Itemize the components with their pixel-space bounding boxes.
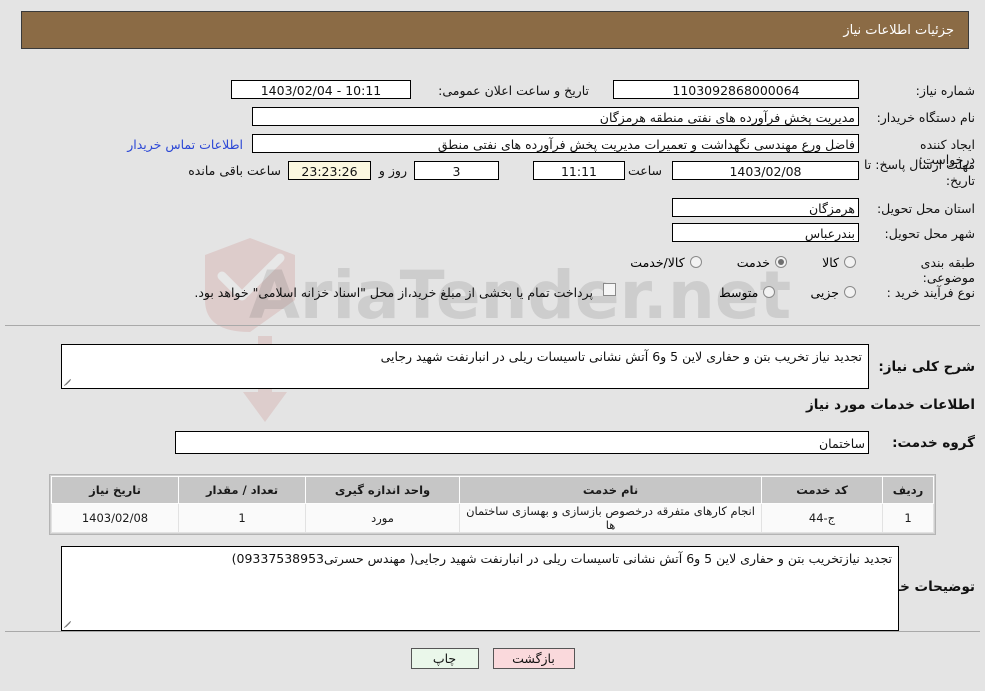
print-button[interactable]: چاپ bbox=[410, 648, 479, 669]
services-table-wrapper: ردیف کد خدمت نام خدمت واحد اندازه گیری ت… bbox=[49, 474, 936, 535]
category-option-goods-label: کالا bbox=[822, 254, 839, 270]
deadline-hour-label: ساعت bbox=[627, 163, 662, 178]
deadline-label: مهلت ارسال پاسخ: تا تاریخ: bbox=[864, 157, 975, 188]
cell-row-number: 1 bbox=[882, 503, 934, 533]
general-description-label: شرح کلی نیاز: bbox=[878, 359, 975, 375]
footer-button-bar: بازگشت چاپ bbox=[0, 648, 985, 669]
remaining-hours-label: ساعت باقی مانده bbox=[188, 163, 281, 178]
buyer-notes-textarea[interactable] bbox=[61, 546, 899, 631]
cell-service-code: ج-44 bbox=[761, 503, 883, 533]
radio-icon[interactable] bbox=[844, 286, 856, 298]
radio-icon[interactable] bbox=[763, 286, 776, 298]
province-label: استان محل تحویل: bbox=[876, 201, 975, 216]
need-number-label: شماره نیاز: bbox=[915, 83, 975, 98]
treasury-bonds-checkbox[interactable] bbox=[603, 283, 616, 296]
col-row-number: ردیف bbox=[882, 476, 934, 504]
category-option-service[interactable]: خدمت bbox=[736, 254, 788, 270]
city-label: شهر محل تحویل: bbox=[884, 226, 975, 241]
category-option-goods[interactable]: کالا bbox=[822, 255, 856, 270]
col-service-code: کد خدمت bbox=[761, 476, 883, 504]
cell-unit: مورد bbox=[305, 503, 460, 533]
general-description-textarea[interactable] bbox=[61, 344, 869, 389]
need-summary-panel: شماره نیاز: 1103092868000064 تاریخ و ساع… bbox=[5, 61, 980, 326]
province-value[interactable]: هرمزگان bbox=[672, 198, 859, 217]
category-option-service-label: خدمت bbox=[736, 254, 771, 270]
announce-datetime-label: تاریخ و ساعت اعلان عمومی: bbox=[438, 83, 589, 98]
remaining-days-label: روز و bbox=[378, 163, 407, 178]
cell-need-date: 1403/02/08 bbox=[51, 503, 179, 533]
deadline-hour[interactable]: 11:11 bbox=[533, 161, 625, 180]
category-label: طبقه بندی موضوعی: bbox=[920, 255, 975, 285]
process-option-minor-label: جزیی bbox=[810, 284, 839, 300]
col-quantity: تعداد / مقدار bbox=[178, 476, 306, 504]
process-type-radio-group: جزیی متوسط bbox=[719, 283, 856, 302]
process-option-medium[interactable]: متوسط bbox=[719, 284, 776, 300]
category-option-goods-service[interactable]: کالا/خدمت bbox=[630, 254, 702, 270]
remaining-days[interactable]: 3 bbox=[414, 161, 499, 180]
buyer-contact-link[interactable]: اطلاعات تماس خریدار bbox=[127, 137, 243, 152]
page-title: جزئیات اطلاعات نیاز bbox=[843, 22, 954, 38]
services-heading: اطلاعات خدمات مورد نیاز bbox=[805, 397, 975, 413]
page-root: AriaTender.net جزئیات اطلاعات نیاز شماره… bbox=[0, 0, 985, 691]
table-header-row: ردیف کد خدمت نام خدمت واحد اندازه گیری ت… bbox=[51, 476, 934, 504]
category-option-goods-service-label: کالا/خدمت bbox=[630, 254, 685, 270]
buyer-org-label: نام دستگاه خریدار: bbox=[876, 110, 975, 125]
requester-value[interactable]: فاضل ورع مهندسی نگهداشت و تعمیرات مدیریت… bbox=[252, 134, 859, 153]
need-number-value[interactable]: 1103092868000064 bbox=[613, 80, 859, 99]
deadline-date[interactable]: 1403/02/08 bbox=[672, 161, 859, 180]
col-service-name: نام خدمت bbox=[459, 476, 762, 504]
remaining-countdown: 23:23:26 bbox=[288, 161, 371, 180]
cell-quantity: 1 bbox=[178, 503, 306, 533]
radio-icon[interactable] bbox=[775, 256, 788, 268]
process-type-label: نوع فرآیند خرید : bbox=[886, 285, 975, 300]
col-need-date: تاریخ نیاز bbox=[51, 476, 179, 504]
process-option-minor[interactable]: جزیی bbox=[810, 285, 856, 300]
col-unit: واحد اندازه گیری bbox=[305, 476, 460, 504]
category-radio-group: کالا خدمت کالا/خدمت bbox=[630, 253, 856, 272]
buyer-org-value[interactable]: مدیریت پخش فرآورده های نفتی منطقه هرمزگا… bbox=[252, 107, 859, 126]
radio-icon[interactable] bbox=[844, 256, 856, 268]
window-title-bar: جزئیات اطلاعات نیاز bbox=[21, 11, 969, 49]
process-option-medium-label: متوسط bbox=[719, 284, 759, 300]
announce-datetime-value[interactable]: 10:11 - 1403/02/04 bbox=[231, 80, 411, 99]
cell-service-name: انجام کارهای متفرقه درخصوص بازسازی و بهس… bbox=[459, 503, 762, 533]
service-group-label: گروه خدمت: bbox=[892, 435, 975, 451]
radio-icon[interactable] bbox=[689, 256, 702, 268]
back-button[interactable]: بازگشت bbox=[492, 648, 575, 669]
services-table: ردیف کد خدمت نام خدمت واحد اندازه گیری ت… bbox=[51, 476, 934, 533]
table-row[interactable]: 1 ج-44 انجام کارهای متفرقه درخصوص بازساز… bbox=[51, 503, 934, 533]
service-group-value[interactable]: ساختمان bbox=[175, 431, 869, 454]
treasury-bonds-label: پرداخت تمام یا بخشی از مبلغ خرید،از محل … bbox=[194, 285, 593, 300]
city-value[interactable]: بندرعباس bbox=[672, 223, 859, 242]
